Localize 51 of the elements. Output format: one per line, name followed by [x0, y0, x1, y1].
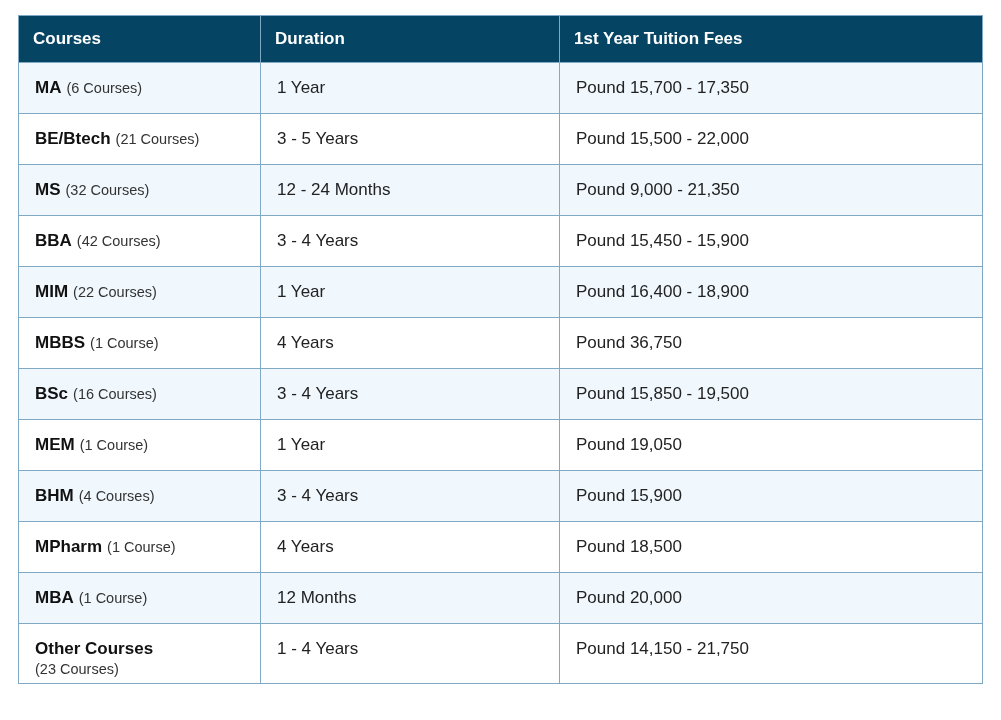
course-name: MA	[35, 78, 62, 97]
duration-text: 1 - 4 Years	[277, 639, 359, 658]
course-count: (22 Courses)	[73, 284, 157, 300]
duration-text: 1 Year	[277, 435, 326, 454]
course-count: (23 Courses)	[35, 661, 119, 677]
duration-text: 12 Months	[277, 588, 357, 607]
fees-text: Pound 14,150 - 21,750	[576, 639, 749, 658]
column-header: Courses	[18, 15, 261, 63]
column-header: Duration	[260, 15, 560, 63]
fees-text: Pound 16,400 - 18,900	[576, 282, 749, 301]
duration-text: 4 Years	[277, 537, 334, 556]
duration-text: 3 - 5 Years	[277, 129, 359, 148]
fees-text: Pound 20,000	[576, 588, 682, 607]
course-count: (6 Courses)	[66, 80, 143, 96]
course-count: (42 Courses)	[76, 233, 161, 249]
course-count: (16 Courses)	[73, 386, 157, 402]
fees-text: Pound 15,450 - 15,900	[576, 231, 749, 250]
course-name: BSc	[35, 384, 69, 403]
fees-text: Pound 18,500	[576, 537, 682, 556]
duration-text: 3 - 4 Years	[277, 486, 359, 505]
fees-text: Pound 15,850 - 19,500	[576, 384, 749, 403]
course-name: BBA	[35, 231, 72, 250]
fees-text: Pound 36,750	[576, 333, 682, 352]
course-name: BE/Btech	[35, 129, 111, 148]
fees-text: Pound 9,000 - 21,350	[576, 180, 740, 199]
duration-text: 4 Years	[277, 333, 334, 352]
course-count: (1 Course)	[107, 539, 176, 555]
course-count: (4 Courses)	[78, 488, 155, 504]
course-name: MPharm	[35, 537, 103, 556]
course-name: Other Courses	[35, 639, 154, 659]
duration-text: 1 Year	[277, 282, 326, 301]
duration-text: 3 - 4 Years	[277, 384, 359, 403]
duration-text: 12 - 24 Months	[277, 180, 391, 199]
course-count: (32 Courses)	[65, 182, 150, 198]
duration-text: 3 - 4 Years	[277, 231, 359, 250]
course-name: MEM	[35, 435, 75, 454]
fees-text: Pound 19,050	[576, 435, 682, 454]
course-count: (1 Course)	[90, 335, 159, 351]
course-name: MIM	[35, 282, 69, 301]
fees-text: Pound 15,900	[576, 486, 682, 505]
course-name: BHM	[35, 486, 74, 505]
course-count: (21 Courses)	[115, 131, 200, 147]
course-name: MS	[35, 180, 61, 199]
fees-text: Pound 15,500 - 22,000	[576, 129, 749, 148]
duration-text: 1 Year	[277, 78, 326, 97]
course-name: MBA	[35, 588, 74, 607]
course-name: MBBS	[35, 333, 86, 352]
column-header: 1st Year Tuition Fees	[559, 15, 983, 63]
course-count: (1 Course)	[78, 590, 148, 606]
fees-text: Pound 15,700 - 17,350	[576, 78, 749, 97]
course-count: (1 Course)	[79, 437, 149, 453]
